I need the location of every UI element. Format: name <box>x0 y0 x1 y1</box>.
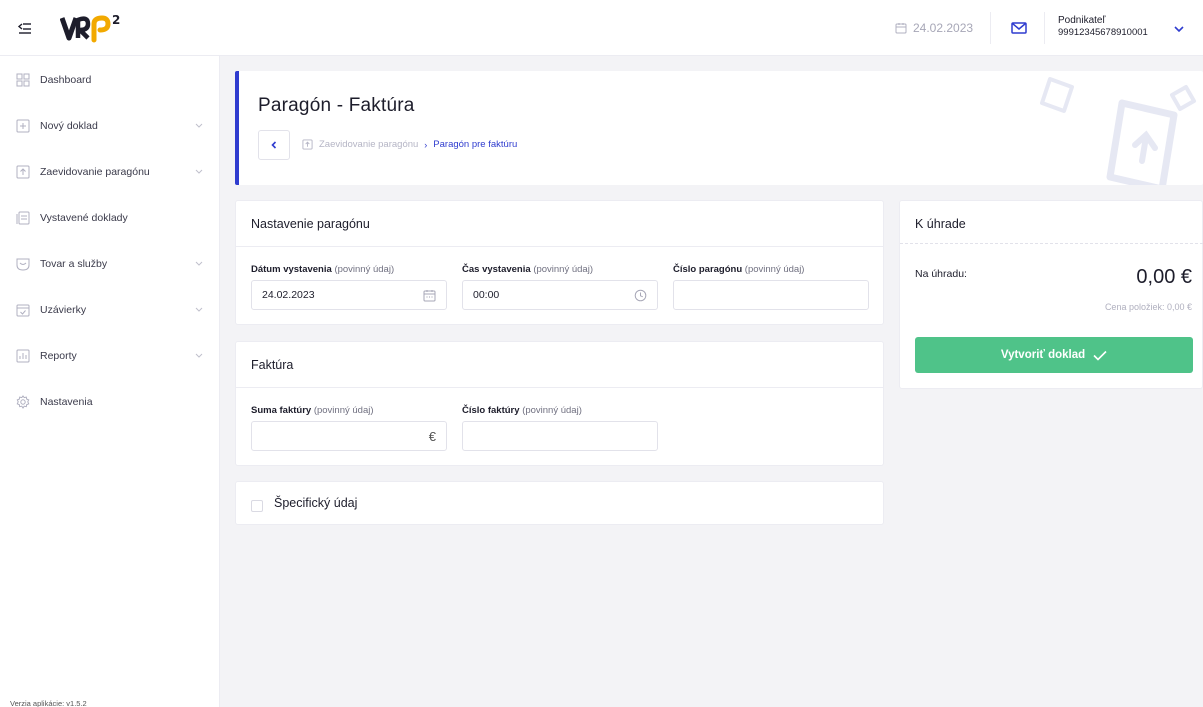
sidebar-item-label: Dashboard <box>40 74 92 86</box>
divider <box>990 12 991 44</box>
card-title: K úhrade <box>915 217 966 231</box>
required-note: (povinný údaj) <box>522 405 582 416</box>
sidebar-item-label: Uzávierky <box>40 304 87 316</box>
breadcrumb-link[interactable]: Zaevidovanie paragónu <box>319 139 418 150</box>
breadcrumb-separator: › <box>424 139 428 150</box>
sidebar-item-goods-services[interactable]: Tovar a služby <box>0 249 220 279</box>
calendar-check-icon <box>16 304 30 317</box>
app-version: Verzia aplikácie: v1.5.2 <box>10 699 87 707</box>
dashboard-icon <box>16 73 30 87</box>
user-name: Podnikateľ <box>1058 15 1106 26</box>
chevron-down-icon <box>195 307 203 312</box>
receipt-number-label: Číslo paragónu (povinný údaj) <box>673 264 804 275</box>
items-price: Cena položiek: 0,00 € <box>1104 302 1192 312</box>
invoice-sum-input[interactable]: € <box>251 421 447 451</box>
sidebar-item-closures[interactable]: Uzávierky <box>0 295 220 325</box>
chart-icon <box>16 349 30 363</box>
decorative-document-icon <box>1040 77 1196 185</box>
issue-time-value: 00:00 <box>473 289 500 301</box>
sidebar-item-label: Nastavenia <box>40 396 93 408</box>
invoice-card: Faktúra Suma faktúry (povinný údaj) € Čí… <box>235 341 884 466</box>
current-date-text: 24.02.2023 <box>913 21 974 35</box>
sidebar: Dashboard Nový doklad Zaevidovanie parag… <box>0 56 220 707</box>
chevron-down-icon[interactable] <box>1173 24 1185 34</box>
page-header: Paragón - Faktúra Zaevidovanie paragónu … <box>235 71 1203 185</box>
required-note: (povinný údaj) <box>744 264 805 275</box>
sidebar-item-label: Zaevidovanie paragónu <box>40 166 150 178</box>
breadcrumb: Zaevidovanie paragónu › Paragón pre fakt… <box>302 139 517 150</box>
payment-card: K úhrade Na úhradu: 0,00 € Cena položiek… <box>899 200 1203 389</box>
logo-superscript: 2 <box>112 13 120 27</box>
sidebar-item-label: Tovar a služby <box>40 258 108 270</box>
goods-icon <box>16 258 30 271</box>
chevron-down-icon <box>195 169 203 174</box>
date-label-text: Dátum vystavenia <box>251 264 332 275</box>
current-date: 24.02.2023 <box>895 18 973 38</box>
specific-data-label[interactable]: Špecifický údaj <box>274 496 357 510</box>
sidebar-item-label: Vystavené doklady <box>40 212 128 224</box>
user-menu[interactable]: Podnikateľ 99912345678910001 <box>1058 15 1148 39</box>
required-note: (povinný údaj) <box>334 264 395 275</box>
required-note: (povinný údaj) <box>533 264 593 275</box>
top-bar: 2 24.02.2023 Podnikateľ 9991234567891000… <box>0 0 1203 56</box>
specific-data-card: Špecifický údaj <box>235 481 884 525</box>
create-document-label: Vytvoriť doklad <box>1000 349 1086 361</box>
sidebar-item-label: Reporty <box>40 350 77 362</box>
gear-icon <box>16 395 30 409</box>
clock-icon[interactable] <box>634 289 647 302</box>
upload-document-icon <box>16 165 30 179</box>
sidebar-item-reports[interactable]: Reporty <box>0 341 220 371</box>
time-label: Čas vystavenia (povinný údaj) <box>462 264 593 275</box>
time-label-text: Čas vystavenia <box>462 264 531 275</box>
date-label: Dátum vystavenia (povinný údaj) <box>251 264 394 275</box>
sidebar-item-register-receipt[interactable]: Zaevidovanie paragónu <box>0 157 220 187</box>
sidebar-item-settings[interactable]: Nastavenia <box>0 387 220 417</box>
card-title: Nastavenie paragónu <box>251 217 370 231</box>
invoice-sum-label-text: Suma faktúry <box>251 405 312 416</box>
euro-icon: € <box>428 429 436 444</box>
invoice-number-label-text: Číslo faktúry <box>462 405 520 416</box>
breadcrumb-current: Paragón pre faktúru <box>433 139 518 150</box>
chevron-down-icon <box>195 123 203 128</box>
sidebar-item-dashboard[interactable]: Dashboard <box>0 65 220 95</box>
page-title: Paragón - Faktúra <box>258 95 415 116</box>
invoice-number-label: Číslo faktúry (povinný údaj) <box>462 405 582 416</box>
card-title: Faktúra <box>251 358 294 372</box>
amount-due: 0,00 € <box>1136 266 1192 288</box>
divider <box>1044 12 1045 44</box>
invoice-sum-label: Suma faktúry (povinný údaj) <box>251 405 374 416</box>
divider <box>236 387 883 388</box>
divider <box>900 243 1203 244</box>
new-document-icon <box>16 119 30 133</box>
sidebar-item-label: Nový doklad <box>40 120 98 132</box>
checkmark-icon <box>1093 350 1107 361</box>
logo[interactable]: 2 <box>60 10 124 46</box>
issue-time-input[interactable]: 00:00 <box>462 280 658 310</box>
specific-data-checkbox[interactable] <box>251 500 263 512</box>
to-pay-label: Na úhradu: <box>915 268 967 280</box>
calendar-icon[interactable] <box>423 289 436 302</box>
collapse-sidebar-icon[interactable] <box>17 20 33 36</box>
required-note: (povinný údaj) <box>313 405 374 416</box>
issue-date-input[interactable]: 24.02.2023 <box>251 280 447 310</box>
user-number: 99912345678910001 <box>1058 27 1148 38</box>
receipt-settings-card: Nastavenie paragónu Dátum vystavenia (po… <box>235 200 884 325</box>
issue-date-value: 24.02.2023 <box>262 289 315 301</box>
chevron-left-icon <box>271 141 277 149</box>
sidebar-item-new-document[interactable]: Nový doklad <box>0 111 220 141</box>
sidebar-item-issued-documents[interactable]: Vystavené doklady <box>0 203 220 233</box>
documents-icon <box>16 211 30 225</box>
upload-document-icon <box>302 139 313 150</box>
chevron-down-icon <box>195 261 203 266</box>
create-document-button[interactable]: Vytvoriť doklad <box>915 337 1193 373</box>
receipt-number-label-text: Číslo paragónu <box>673 264 743 275</box>
divider <box>236 246 883 247</box>
back-button[interactable] <box>258 130 290 160</box>
calendar-icon <box>895 23 907 34</box>
receipt-number-input[interactable] <box>673 280 869 310</box>
invoice-number-input[interactable] <box>462 421 658 451</box>
chevron-down-icon <box>195 353 203 358</box>
mail-icon[interactable] <box>1010 19 1028 37</box>
